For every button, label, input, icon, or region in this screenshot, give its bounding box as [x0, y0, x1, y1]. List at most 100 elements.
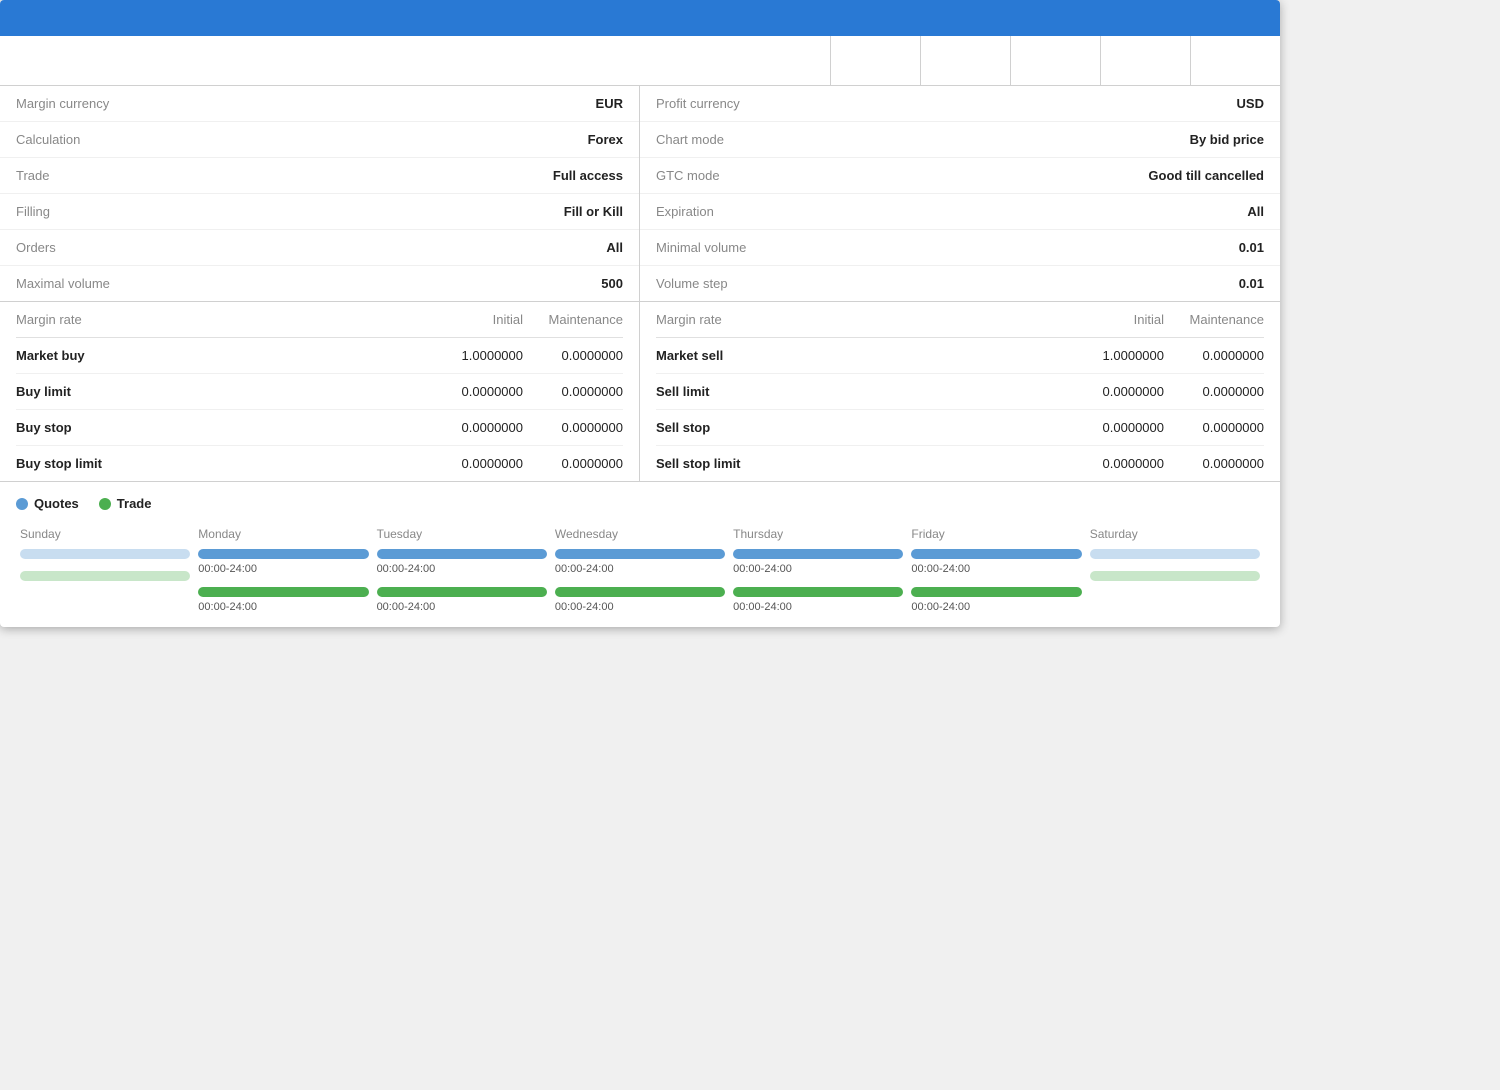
- day-label: Tuesday: [377, 527, 547, 541]
- legend-dot: [16, 498, 28, 510]
- margin-data-row: Market sell 1.0000000 0.0000000: [656, 338, 1264, 374]
- trade-row: 00:00-24:00: [198, 587, 368, 613]
- spec-value: Fill or Kill: [564, 204, 623, 219]
- margin-row-maintenance: 0.0000000: [523, 384, 623, 399]
- header-stat-contract: [1100, 36, 1190, 85]
- day-column: Wednesday 00:00-24:00 00:00-24:00: [551, 527, 729, 613]
- currency-sector-value: [849, 50, 902, 71]
- margin-col-left: Margin rate Initial Maintenance Market b…: [0, 302, 640, 481]
- margin-row-initial: 0.0000000: [1064, 456, 1164, 471]
- margin-row-initial: 1.0000000: [1064, 348, 1164, 363]
- margin-row-label: Market sell: [656, 348, 1064, 363]
- margin-data-row: Buy limit 0.0000000 0.0000000: [16, 374, 623, 410]
- margin-row-label: Market buy: [16, 348, 423, 363]
- margin-row-maintenance: 0.0000000: [1164, 348, 1264, 363]
- quotes-bar: [20, 549, 190, 559]
- spec-label: Volume step: [656, 276, 728, 291]
- trade-time: 00:00-24:00: [733, 601, 903, 613]
- margin-row-label: Buy limit: [16, 384, 423, 399]
- margin-data-row: Buy stop limit 0.0000000 0.0000000: [16, 446, 623, 481]
- spec-row: Filling Fill or Kill: [0, 194, 639, 230]
- spec-label: Filling: [16, 204, 50, 219]
- margin-row-maintenance: 0.0000000: [523, 348, 623, 363]
- day-column: Thursday 00:00-24:00 00:00-24:00: [729, 527, 907, 613]
- spec-row: Chart modeBy bid price: [640, 122, 1280, 158]
- day-column: Sunday: [16, 527, 194, 613]
- quotes-bar: [198, 549, 368, 559]
- header-stat-currency: [830, 36, 920, 85]
- quotes-bar: [377, 549, 547, 559]
- margin-data-row: Sell limit 0.0000000 0.0000000: [656, 374, 1264, 410]
- margin-row-label: Sell limit: [656, 384, 1064, 399]
- spec-label: GTC mode: [656, 168, 720, 183]
- legend-label: Trade: [117, 496, 152, 511]
- trade-bar: [198, 587, 368, 597]
- spec-row: Expiration All: [640, 194, 1280, 230]
- quotes-row: [1090, 549, 1260, 559]
- margin-row-label: Buy stop: [16, 420, 423, 435]
- quotes-time: 00:00-24:00: [911, 563, 1081, 575]
- quotes-row: 00:00-24:00: [733, 549, 903, 575]
- spec-label: Trade: [16, 168, 49, 183]
- spec-label: Margin currency: [16, 96, 109, 111]
- margin-section: Margin rate Initial Maintenance Market b…: [0, 302, 1280, 482]
- margin-header-initial: Initial: [1064, 312, 1164, 327]
- spec-row: Maximal volume500: [0, 266, 639, 301]
- margin-row-initial: 0.0000000: [423, 384, 523, 399]
- trade-row: [20, 571, 190, 581]
- spec-value: All: [1247, 204, 1264, 219]
- trade-row: 00:00-24:00: [733, 587, 903, 613]
- quotes-bar: [733, 549, 903, 559]
- spec-row: Profit currency USD: [640, 86, 1280, 122]
- spec-value: USD: [1237, 96, 1264, 111]
- day-label: Sunday: [20, 527, 190, 541]
- spec-value: EUR: [596, 96, 623, 111]
- margin-row-maintenance: 0.0000000: [523, 420, 623, 435]
- legend: Quotes Trade: [16, 496, 1264, 511]
- sessions-section: Quotes Trade Sunday Monday 00:00-24:00 0…: [0, 482, 1280, 627]
- quotes-time: 00:00-24:00: [198, 563, 368, 575]
- quotes-row: 00:00-24:00: [377, 549, 547, 575]
- margin-row-initial: 0.0000000: [423, 420, 523, 435]
- trade-bar: [733, 587, 903, 597]
- day-label: Saturday: [1090, 527, 1260, 541]
- day-label: Thursday: [733, 527, 903, 541]
- day-column: Tuesday 00:00-24:00 00:00-24:00: [373, 527, 551, 613]
- day-column: Friday 00:00-24:00 00:00-24:00: [907, 527, 1085, 613]
- margin-header: Margin rate Initial Maintenance: [16, 302, 623, 338]
- day-label: Monday: [198, 527, 368, 541]
- spec-label: Profit currency: [656, 96, 740, 111]
- trade-row: 00:00-24:00: [555, 587, 725, 613]
- trade-time: 00:00-24:00: [377, 601, 547, 613]
- spec-row: Margin currency EUR: [0, 86, 639, 122]
- margin-header-maintenance: Maintenance: [1164, 312, 1264, 327]
- margin-grid: Margin rate Initial Maintenance Market b…: [0, 302, 1280, 481]
- spec-value: Forex: [588, 132, 623, 147]
- quotes-row: 00:00-24:00: [198, 549, 368, 575]
- quotes-bar: [1090, 549, 1260, 559]
- symbol-info: [0, 36, 830, 85]
- margin-row-initial: 0.0000000: [1064, 420, 1164, 435]
- header-stat-stops: [1190, 36, 1280, 85]
- margin-row-initial: 0.0000000: [423, 456, 523, 471]
- margin-header-label: Margin rate: [656, 312, 1064, 327]
- spec-label: Minimal volume: [656, 240, 746, 255]
- margin-data-row: Sell stop limit 0.0000000 0.0000000: [656, 446, 1264, 481]
- spec-column-right: Profit currency USD Chart modeBy bid price…: [640, 86, 1280, 301]
- spec-label: Orders: [16, 240, 56, 255]
- margin-col-right: Margin rate Initial Maintenance Market s…: [640, 302, 1280, 481]
- trade-time: 00:00-24:00: [555, 601, 725, 613]
- margin-row-maintenance: 0.0000000: [1164, 420, 1264, 435]
- spec-label: Expiration: [656, 204, 714, 219]
- trade-bar: [377, 587, 547, 597]
- trade-row: 00:00-24:00: [377, 587, 547, 613]
- margin-header-initial: Initial: [423, 312, 523, 327]
- spec-value: 0.01: [1239, 276, 1264, 291]
- days-grid: Sunday Monday 00:00-24:00 00:00-24:00 Tu…: [16, 527, 1264, 613]
- legend-item: Trade: [99, 496, 152, 511]
- spec-row: TradeFull access: [0, 158, 639, 194]
- margin-row-label: Sell stop limit: [656, 456, 1064, 471]
- margin-row-maintenance: 0.0000000: [523, 456, 623, 471]
- margin-row-maintenance: 0.0000000: [1164, 384, 1264, 399]
- spec-row: CalculationForex: [0, 122, 639, 158]
